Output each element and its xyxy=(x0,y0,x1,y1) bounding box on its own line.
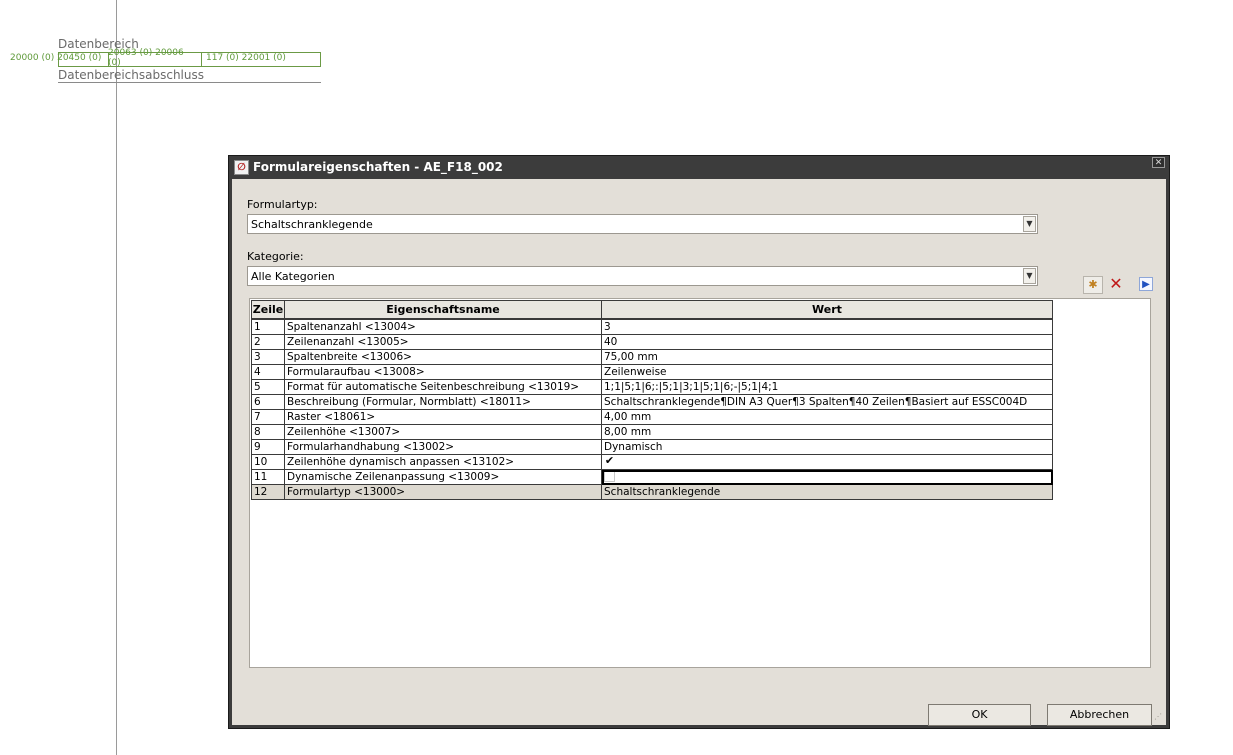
app-icon: ∅ xyxy=(234,160,249,175)
row-number-cell: 4 xyxy=(251,364,285,380)
data-area-end-label: Datenbereichsabschluss xyxy=(58,68,204,82)
formtype-value: Schaltschranklegende xyxy=(251,218,373,231)
formtype-combobox[interactable]: Schaltschranklegende ▼ xyxy=(247,214,1038,234)
property-name-cell[interactable]: Dynamische Zeilenanpassung <13009> xyxy=(284,469,602,485)
vertical-guide-line xyxy=(116,0,117,755)
table-row[interactable]: 2 Zeilenanzahl <13005> 40 xyxy=(251,334,1053,350)
property-value-cell[interactable]: 1;1|5;1|6;:|5;1|3;1|5;1|6;-|5;1|4;1 xyxy=(601,379,1053,395)
property-name-cell[interactable]: Spaltenbreite <13006> xyxy=(284,349,602,365)
property-value-cell[interactable]: Zeilenweise xyxy=(601,364,1053,380)
column-header-row-number[interactable]: Zeile xyxy=(251,300,285,320)
property-name-cell[interactable]: Zeilenanzahl <13005> xyxy=(284,334,602,350)
formtype-label: Formulartyp: xyxy=(247,198,318,211)
property-name-cell[interactable]: Spaltenanzahl <13004> xyxy=(284,318,602,335)
property-value-cell[interactable]: 75,00 mm xyxy=(601,349,1053,365)
category-value: Alle Kategorien xyxy=(251,270,335,283)
row-number-cell: 6 xyxy=(251,394,285,410)
table-row[interactable]: 5 Format für automatische Seitenbeschreib… xyxy=(251,379,1053,395)
row-number-cell: 7 xyxy=(251,409,285,425)
table-header-row: Zeile Eigenschaftsname Wert xyxy=(251,300,1053,320)
unchecked-checkbox[interactable] xyxy=(604,471,615,482)
data-area-cell-text-1: 20000 (0) 20450 (0) xyxy=(10,53,102,63)
row-number-cell: 3 xyxy=(251,349,285,365)
new-property-button[interactable]: ✱ xyxy=(1083,276,1103,294)
table-row[interactable]: 9 Formularhandhabung <13002> Dynamisch xyxy=(251,439,1053,455)
property-name-cell[interactable]: Formulartyp <13000> xyxy=(284,484,602,500)
close-icon[interactable]: ✕ xyxy=(1152,157,1165,168)
dialog-client-area: Formulartyp: Schaltschranklegende ▼ Kate… xyxy=(232,179,1166,726)
column-header-property-name[interactable]: Eigenschaftsname xyxy=(284,300,602,320)
chevron-down-icon[interactable]: ▼ xyxy=(1023,216,1036,232)
table-row[interactable]: 7 Raster <18061> 4,00 mm xyxy=(251,409,1053,425)
property-name-cell[interactable]: Raster <18061> xyxy=(284,409,602,425)
new-property-icon: ✱ xyxy=(1088,278,1098,291)
delete-icon: ✕ xyxy=(1109,274,1123,293)
property-name-cell[interactable]: Beschreibung (Formular, Normblatt) <1801… xyxy=(284,394,602,410)
property-value-cell[interactable]: 40 xyxy=(601,334,1053,350)
cancel-button[interactable]: Abbrechen xyxy=(1047,704,1152,726)
ok-button[interactable]: OK xyxy=(928,704,1031,726)
property-value-cell[interactable]: Dynamisch xyxy=(601,439,1053,455)
row-number-cell: 9 xyxy=(251,439,285,455)
category-combobox[interactable]: Alle Kategorien ▼ xyxy=(247,266,1038,286)
property-value-cell[interactable]: Schaltschranklegende¶DIN A3 Quer¶3 Spalt… xyxy=(601,394,1053,410)
row-number-cell: 5 xyxy=(251,379,285,395)
chevron-down-icon[interactable]: ▼ xyxy=(1023,268,1036,284)
table-row[interactable]: 3 Spaltenbreite <13006> 75,00 mm xyxy=(251,349,1053,365)
property-name-cell[interactable]: Format für automatische Seitenbeschreibu… xyxy=(284,379,602,395)
delete-button[interactable]: ✕ xyxy=(1106,276,1126,294)
table-row[interactable]: 11 Dynamische Zeilenanpassung <13009> xyxy=(251,469,1053,485)
table-row[interactable]: 4 Formularaufbau <13008> Zeilenweise xyxy=(251,364,1053,380)
property-value-cell[interactable]: Schaltschranklegende xyxy=(601,484,1053,500)
row-number-cell: 12 xyxy=(251,484,285,500)
table-row[interactable]: 8 Zeilenhöhe <13007> 8,00 mm xyxy=(251,424,1053,440)
property-name-cell[interactable]: Formularhandhabung <13002> xyxy=(284,439,602,455)
expand-icon[interactable]: ▶ xyxy=(1139,277,1153,291)
checked-checkbox[interactable]: ✔ xyxy=(604,456,615,467)
table-row[interactable]: 1 Spaltenanzahl <13004> 3 xyxy=(251,318,1053,335)
property-value-cell[interactable] xyxy=(601,469,1053,485)
property-name-cell[interactable]: Formularaufbau <13008> xyxy=(284,364,602,380)
data-area-cell-text-2: 20063 (0) 20006 (0) xyxy=(108,48,184,68)
form-properties-dialog: ∅ Formulareigenschaften - AE_F18_002 ✕ F… xyxy=(228,155,1170,729)
table-row[interactable]: 10 Zeilenhöhe dynamisch anpassen <13102> ✔ xyxy=(251,454,1053,470)
table-row[interactable]: 12 Formulartyp <13000> Schaltschranklegend… xyxy=(251,484,1053,500)
row-number-cell: 2 xyxy=(251,334,285,350)
property-value-cell[interactable]: 4,00 mm xyxy=(601,409,1053,425)
data-area-cell-text-3: 117 (0) 22001 (0) xyxy=(206,53,286,63)
row-number-cell: 11 xyxy=(251,469,285,485)
row-number-cell: 1 xyxy=(251,318,285,335)
property-name-cell[interactable]: Zeilenhöhe <13007> xyxy=(284,424,602,440)
table-row[interactable]: 6 Beschreibung (Formular, Normblatt) <180… xyxy=(251,394,1053,410)
column-header-value[interactable]: Wert xyxy=(601,300,1053,320)
properties-grid[interactable]: Zeile Eigenschaftsname Wert 1 Spaltenanza… xyxy=(249,298,1151,668)
dialog-titlebar[interactable]: ∅ Formulareigenschaften - AE_F18_002 ✕ xyxy=(229,156,1169,179)
property-value-cell[interactable]: 8,00 mm xyxy=(601,424,1053,440)
data-area-end-rule xyxy=(58,82,321,83)
property-value-cell[interactable]: 3 xyxy=(601,318,1053,335)
resize-grip-icon[interactable]: ⋰ xyxy=(1154,713,1164,723)
row-number-cell: 8 xyxy=(251,424,285,440)
property-name-cell[interactable]: Zeilenhöhe dynamisch anpassen <13102> xyxy=(284,454,602,470)
dialog-title: Formulareigenschaften - AE_F18_002 xyxy=(253,160,503,174)
row-number-cell: 10 xyxy=(251,454,285,470)
property-value-cell[interactable]: ✔ xyxy=(601,454,1053,470)
properties-table: Zeile Eigenschaftsname Wert 1 Spaltenanza… xyxy=(251,300,1053,500)
category-label: Kategorie: xyxy=(247,250,304,263)
